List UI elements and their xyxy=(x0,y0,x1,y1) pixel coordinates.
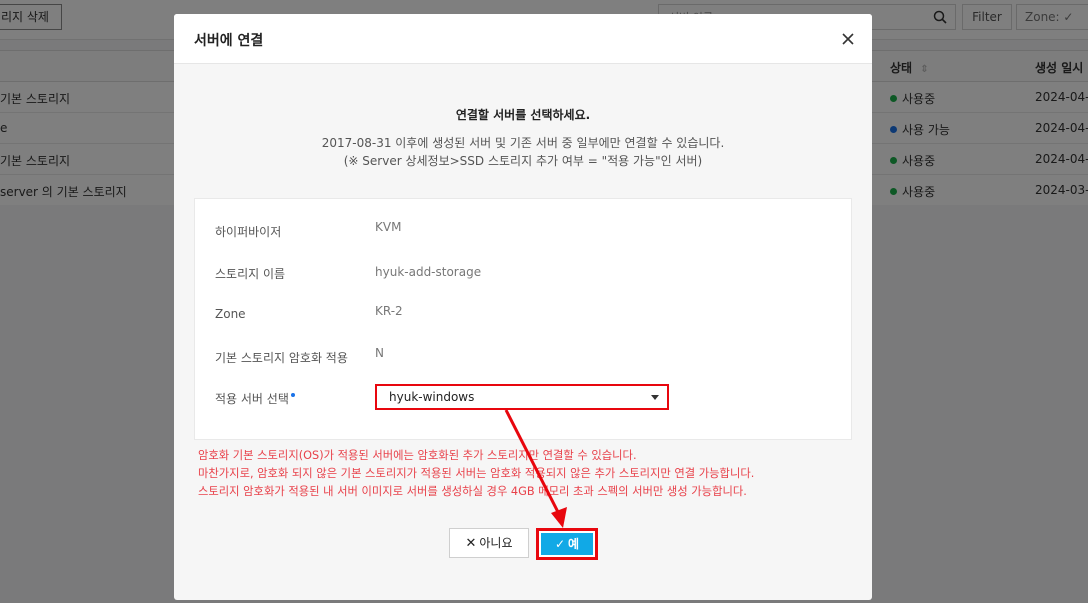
modal-description-note: (※ Server 상세정보>SSD 스토리지 추가 여부 = "적용 가능"인… xyxy=(343,154,703,168)
chevron-down-icon xyxy=(651,395,659,400)
modal-heading: 연결할 서버를 선택하세요. xyxy=(455,108,591,122)
required-icon xyxy=(290,393,295,397)
warning-text: 암호화 기본 스토리지(OS)가 적용된 서버에는 암호화된 추가 스토리지만 … xyxy=(198,449,637,462)
storage-info-form: 하이퍼바이저 KVM 스토리지 이름 hyuk-add-storage Zone… xyxy=(194,198,852,440)
storage-name-label: 스토리지 이름 xyxy=(215,267,286,281)
hypervisor-label: 하이퍼바이저 xyxy=(215,225,282,239)
storage-name-value: hyuk-add-storage xyxy=(375,265,482,279)
zone-value: KR-2 xyxy=(375,304,403,318)
server-select[interactable]: hyuk-windows xyxy=(375,384,669,410)
modal-header: 서버에 연결 xyxy=(174,14,872,64)
server-select-label: 적용 서버 선택 xyxy=(215,390,295,407)
server-select-value: hyuk-windows xyxy=(389,390,475,404)
confirm-button-highlight: ✓ 예 xyxy=(536,528,598,560)
close-icon[interactable] xyxy=(840,31,856,47)
modal-title: 서버에 연결 xyxy=(194,33,264,49)
zone-label: Zone xyxy=(215,307,246,321)
encryption-label: 기본 스토리지 암호화 적용 xyxy=(215,351,348,365)
confirm-button[interactable]: ✓ 예 xyxy=(541,533,593,555)
hypervisor-value: KVM xyxy=(375,220,402,234)
connect-server-modal: 서버에 연결 연결할 서버를 선택하세요. 2017-08-31 이후에 생성된… xyxy=(174,14,872,600)
warning-text: 마찬가지로, 암호화 되지 않은 기본 스토리지가 적용된 서버는 암호화 적용… xyxy=(198,467,755,480)
modal-description: 2017-08-31 이후에 생성된 서버 및 기존 서버 중 일부에만 연결할… xyxy=(321,136,725,150)
check-icon: ✓ xyxy=(554,537,565,551)
warning-text: 스토리지 암호화가 적용된 내 서버 이미지로 서버를 생성하실 경우 4GB … xyxy=(198,485,747,498)
close-icon: ✕ xyxy=(465,536,477,551)
cancel-button[interactable]: ✕ 아니요 xyxy=(449,528,529,558)
encryption-value: N xyxy=(375,346,384,360)
